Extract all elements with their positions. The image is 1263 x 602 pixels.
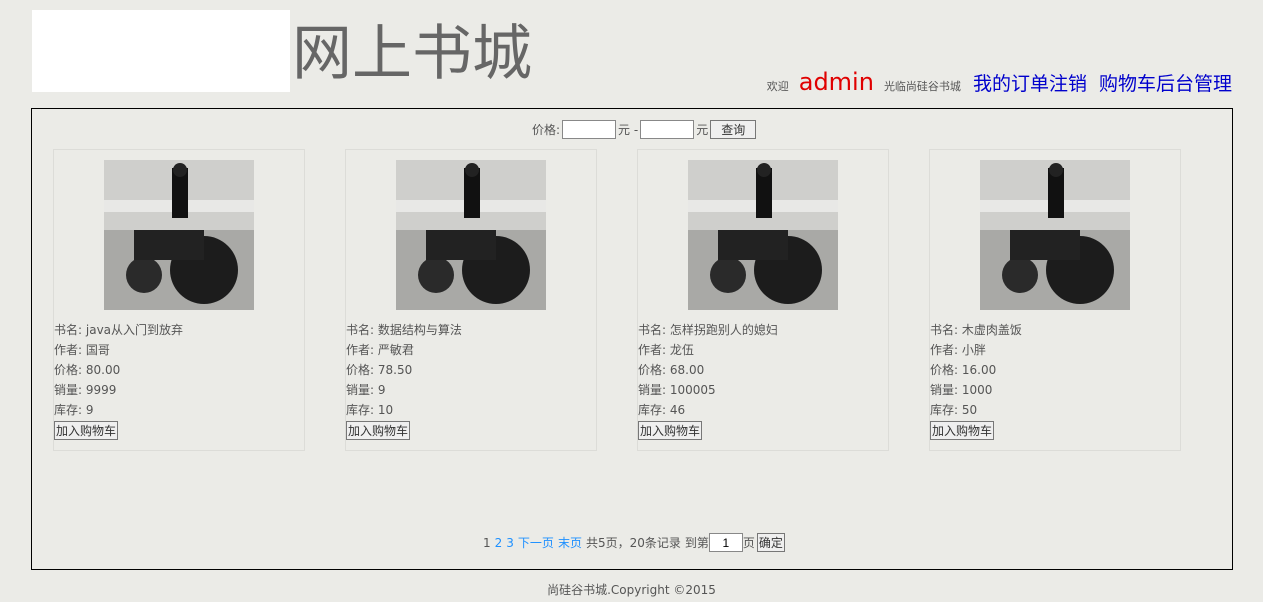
book-card: 书名: 怎样拐跑别人的媳妇 作者: 龙伍 价格: 68.00 销量: 10000… — [637, 149, 889, 451]
book-author: 小胖 — [961, 343, 986, 357]
search-button[interactable]: 查询 — [710, 120, 757, 139]
book-sales: 9 — [377, 383, 386, 397]
username: admin — [798, 68, 874, 96]
book-sales: 9999 — [85, 383, 117, 397]
book-price-label: 价格: — [54, 363, 83, 377]
goto-page-input[interactable] — [708, 533, 743, 552]
book-stock: 9 — [85, 403, 94, 417]
book-price: 80.00 — [85, 363, 121, 377]
book-cover-image — [396, 160, 546, 310]
max-price-input[interactable] — [640, 120, 695, 139]
price-label: 价格: — [532, 123, 561, 137]
logo-image — [32, 10, 290, 92]
min-price-input[interactable] — [562, 120, 617, 139]
book-sales-label: 销量: — [54, 383, 83, 397]
my-orders-link[interactable]: 我的订单 — [973, 69, 1049, 96]
book-stock-label: 库存: — [346, 403, 375, 417]
book-cover-image — [104, 160, 254, 310]
current-page: 1 — [483, 535, 491, 550]
book-card: 书名: 数据结构与算法 作者: 严敏君 价格: 78.50 销量: 9 库存: … — [345, 149, 597, 451]
book-name: 数据结构与算法 — [377, 323, 462, 337]
admin-link[interactable]: 后台管理 — [1156, 69, 1232, 96]
next-page-link[interactable]: 下一页 — [518, 534, 554, 551]
book-cover-image — [980, 160, 1130, 310]
book-price-label: 价格: — [930, 363, 959, 377]
page-link-2[interactable]: 2 — [495, 536, 503, 550]
book-stock-label: 库存: — [54, 403, 83, 417]
goto-label: 到第 — [684, 536, 709, 550]
user-bar: 欢迎 admin 光临尚硅谷书城 我的订单 注销 购物车 后台管理 — [767, 68, 1232, 98]
book-sales: 1000 — [961, 383, 993, 397]
book-name-label: 书名: — [346, 323, 375, 337]
book-sales-label: 销量: — [638, 383, 667, 397]
book-price: 68.00 — [669, 363, 705, 377]
book-author-label: 作者: — [54, 343, 83, 357]
book-author: 龙伍 — [669, 343, 694, 357]
book-price: 78.50 — [377, 363, 413, 377]
currency-label-2: 元 — [696, 123, 709, 137]
book-author: 严敏君 — [377, 343, 414, 357]
page-unit-label: 页 — [742, 536, 755, 550]
main-content: 价格: 元 - 元 查询 书名: java从入门到放弃 作者: 国哥 价格: 8… — [31, 108, 1233, 570]
book-sales-label: 销量: — [930, 383, 959, 397]
book-price-label: 价格: — [638, 363, 667, 377]
book-price: 16.00 — [961, 363, 997, 377]
book-stock: 50 — [961, 403, 978, 417]
book-stock: 10 — [377, 403, 394, 417]
add-to-cart-button[interactable]: 加入购物车 — [638, 421, 703, 440]
greeting-text: 光临尚硅谷书城 — [883, 80, 961, 93]
book-stock-label: 库存: — [930, 403, 959, 417]
add-to-cart-button[interactable]: 加入购物车 — [930, 421, 995, 440]
add-to-cart-button[interactable]: 加入购物车 — [346, 421, 411, 440]
book-name: java从入门到放弃 — [85, 323, 184, 337]
book-author: 国哥 — [85, 343, 110, 357]
book-name: 怎样拐跑别人的媳妇 — [669, 323, 778, 337]
currency-label-1: 元 - — [618, 123, 639, 137]
book-name: 木虚肉盖饭 — [961, 323, 1022, 337]
book-card: 书名: java从入门到放弃 作者: 国哥 价格: 80.00 销量: 9999… — [53, 149, 305, 451]
book-sales-label: 销量: — [346, 383, 375, 397]
site-title: 网上书城 — [292, 19, 532, 89]
book-author-label: 作者: — [346, 343, 375, 357]
price-filter-form: 价格: 元 - 元 查询 — [532, 120, 757, 139]
book-stock-label: 库存: — [638, 403, 667, 417]
logout-link[interactable]: 注销 — [1049, 69, 1087, 96]
book-author-label: 作者: — [638, 343, 667, 357]
pagination: 1 2 3 下一页 末页 共5页，20条记录 到第 页 确定 — [483, 533, 785, 552]
footer-copyright: 尚硅谷书城.Copyright ©2015 — [547, 583, 716, 597]
book-cover-image — [688, 160, 838, 310]
welcome-text: 欢迎 — [766, 80, 789, 93]
book-card: 书名: 木虚肉盖饭 作者: 小胖 价格: 16.00 销量: 1000 库存: … — [929, 149, 1181, 451]
book-name-label: 书名: — [638, 323, 667, 337]
cart-link[interactable]: 购物车 — [1099, 69, 1156, 96]
book-author-label: 作者: — [930, 343, 959, 357]
page-link-3[interactable]: 3 — [506, 536, 514, 550]
add-to-cart-button[interactable]: 加入购物车 — [54, 421, 119, 440]
book-sales: 100005 — [669, 383, 716, 397]
book-name-label: 书名: — [930, 323, 959, 337]
book-stock: 46 — [669, 403, 686, 417]
confirm-button[interactable]: 确定 — [756, 533, 785, 552]
book-name-label: 书名: — [54, 323, 83, 337]
book-price-label: 价格: — [346, 363, 375, 377]
last-page-link[interactable]: 末页 — [558, 534, 582, 551]
page-summary: 共5页，20条记录 — [585, 536, 681, 550]
